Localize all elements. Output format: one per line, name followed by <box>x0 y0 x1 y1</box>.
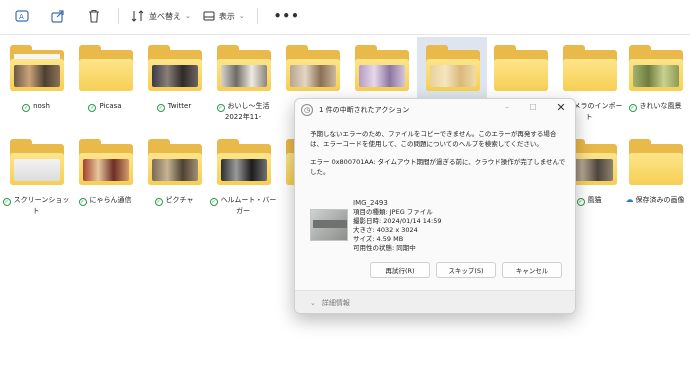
folder-tile[interactable]: ✓ nosh <box>1 37 71 132</box>
synced-icon: ✓ <box>88 104 97 112</box>
folder-tile[interactable]: ✓ ヘルムート・バーガー <box>208 131 278 226</box>
toolbar-separator <box>256 8 258 24</box>
file-status: 可用性の状態: 同期中 <box>353 244 416 252</box>
file-info: IMG_2493 項目の種類: JPEG ファイル 撮影日時: 2024/01/… <box>353 199 553 253</box>
sort-icon <box>131 10 144 22</box>
details-toggle[interactable]: ⌄ 詳細情報 <box>295 290 575 313</box>
cancel-button[interactable]: キャンセル <box>502 262 562 278</box>
toolbar-divider <box>0 34 690 35</box>
delete-icon[interactable] <box>84 6 104 26</box>
file-type: 項目の種類: JPEG ファイル <box>353 208 433 216</box>
sort-label: 並べ替え <box>149 11 181 21</box>
chevron-down-icon: ⌄ <box>185 12 191 20</box>
folder-label: ✓ おいし～生活 2022年11- <box>216 102 270 121</box>
dialog-titlebar: ◷ 1 件の中断されたアクション – ☐ ✕ <box>295 99 575 121</box>
synced-icon: ✓ <box>209 198 218 206</box>
folder-label: ✓ nosh <box>22 102 50 112</box>
synced-icon: ✓ <box>78 198 87 206</box>
interrupted-action-dialog: ◷ 1 件の中断されたアクション – ☐ ✕ 予期しないエラーのため、ファイルを… <box>294 98 576 314</box>
cloud-icon: ☁ <box>625 195 634 204</box>
close-button[interactable]: ✕ <box>555 101 567 114</box>
folder-label: ✓ ヘルムート・バーガー <box>209 196 277 215</box>
error-code: エラー 0x800701AA: タイムアウト期間が過ぎる前に、クラウド操作が完了… <box>310 158 566 176</box>
retry-button[interactable]: 再試行(R) <box>370 262 430 278</box>
file-size: サイズ: 4.59 MB <box>353 235 404 243</box>
folder-icon <box>148 45 202 91</box>
folder-icon <box>426 45 480 91</box>
file-thumbnail <box>310 209 348 241</box>
folder-tile[interactable]: ✓ にゃらん通信 <box>70 131 140 226</box>
folder-label: ✓ Picasa <box>88 102 122 112</box>
folder-icon <box>629 45 683 91</box>
folder-icon <box>79 139 133 185</box>
folder-tile[interactable]: ☁ 保存済みの画像 <box>620 131 690 226</box>
view-icon <box>203 11 215 21</box>
folder-icon <box>286 45 340 91</box>
maximize-button[interactable]: ☐ <box>527 103 539 112</box>
folder-label: ✓ にゃらん通信 <box>78 196 132 206</box>
command-bar: A 並べ替え ⌄ 表示 ⌄ ••• <box>0 0 690 32</box>
folder-label: ✓ きれいな風景 <box>628 102 682 112</box>
folder-icon <box>10 45 64 91</box>
folder-tile[interactable]: ✓ ピクチャ <box>139 131 209 226</box>
folder-tile[interactable]: ✓ スクリーンショット <box>1 131 71 226</box>
clock-icon: ◷ <box>301 104 313 116</box>
svg-text:A: A <box>19 13 24 21</box>
minimize-button[interactable]: – <box>501 103 513 112</box>
more-options-button[interactable]: ••• <box>274 9 300 23</box>
sort-button[interactable]: 並べ替え ⌄ <box>131 10 191 22</box>
folder-label: ☁ 保存済みの画像 <box>625 195 685 204</box>
synced-icon: ✓ <box>2 198 11 206</box>
folder-label: ✓ スクリーンショット <box>2 196 70 215</box>
file-name: IMG_2493 <box>353 199 388 207</box>
folder-icon <box>563 45 617 91</box>
folder-icon <box>79 45 133 91</box>
skip-button[interactable]: スキップ(S) <box>436 262 496 278</box>
chevron-down-icon: ⌄ <box>310 299 316 307</box>
view-button[interactable]: 表示 ⌄ <box>203 10 245 22</box>
folder-label: ✓ Twitter <box>156 102 192 112</box>
folder-tile[interactable]: ✓ Picasa <box>70 37 140 132</box>
folder-icon <box>494 45 548 91</box>
folder-icon <box>10 139 64 185</box>
error-message: 予期しないエラーのため、ファイルをコピーできません。このエラーが再発する場合は、… <box>310 130 557 148</box>
file-date: 撮影日時: 2024/01/14 14:59 <box>353 217 442 225</box>
dialog-title: 1 件の中断されたアクション <box>319 106 410 114</box>
synced-icon: ✓ <box>22 104 31 112</box>
chevron-down-icon: ⌄ <box>238 12 245 20</box>
toolbar-separator <box>118 8 119 24</box>
synced-icon: ✓ <box>576 198 585 206</box>
rename-icon[interactable]: A <box>12 6 32 26</box>
synced-icon: ✓ <box>154 198 163 206</box>
synced-icon: ✓ <box>628 104 637 112</box>
folder-icon <box>217 45 271 91</box>
share-icon[interactable] <box>48 6 68 26</box>
folder-label: ✓ ピクチャ <box>154 196 194 206</box>
folder-tile[interactable]: ✓ Twitter <box>139 37 209 132</box>
folder-tile[interactable]: ✓ きれいな風景 <box>620 37 690 132</box>
folder-icon <box>148 139 202 185</box>
synced-icon: ✓ <box>156 104 165 112</box>
synced-icon: ✓ <box>216 104 225 112</box>
folder-tile[interactable]: ✓ おいし～生活 2022年11- <box>208 37 278 132</box>
folder-icon <box>355 45 409 91</box>
file-dimensions: 大きさ: 4032 x 3024 <box>353 226 418 234</box>
details-label: 詳細情報 <box>321 299 350 307</box>
folder-icon <box>217 139 271 185</box>
view-label: 表示 <box>218 11 235 21</box>
folder-icon <box>629 139 683 185</box>
